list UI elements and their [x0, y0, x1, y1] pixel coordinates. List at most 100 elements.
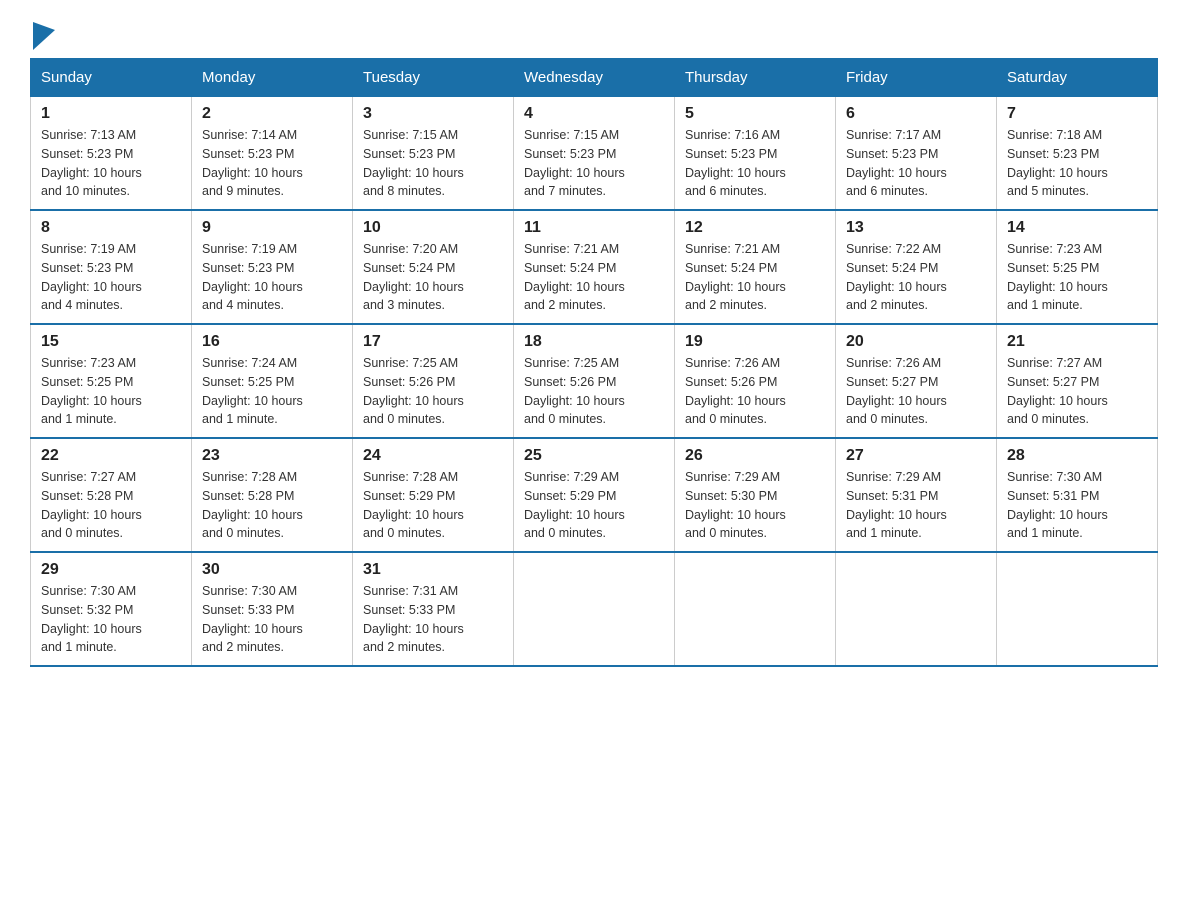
week-row-2: 8 Sunrise: 7:19 AMSunset: 5:23 PMDayligh…: [31, 210, 1158, 324]
day-info: Sunrise: 7:22 AMSunset: 5:24 PMDaylight:…: [846, 242, 947, 312]
calendar-cell: 29 Sunrise: 7:30 AMSunset: 5:32 PMDaylig…: [31, 552, 192, 666]
calendar-cell: 15 Sunrise: 7:23 AMSunset: 5:25 PMDaylig…: [31, 324, 192, 438]
page-header: [30, 20, 1158, 48]
day-number: 13: [846, 219, 986, 237]
calendar-cell: [675, 552, 836, 666]
calendar-cell: 25 Sunrise: 7:29 AMSunset: 5:29 PMDaylig…: [514, 438, 675, 552]
day-info: Sunrise: 7:23 AMSunset: 5:25 PMDaylight:…: [1007, 242, 1108, 312]
calendar-cell: 22 Sunrise: 7:27 AMSunset: 5:28 PMDaylig…: [31, 438, 192, 552]
day-number: 19: [685, 333, 825, 351]
calendar-cell: 12 Sunrise: 7:21 AMSunset: 5:24 PMDaylig…: [675, 210, 836, 324]
calendar-cell: 26 Sunrise: 7:29 AMSunset: 5:30 PMDaylig…: [675, 438, 836, 552]
week-row-1: 1 Sunrise: 7:13 AMSunset: 5:23 PMDayligh…: [31, 97, 1158, 211]
day-number: 5: [685, 105, 825, 123]
calendar-cell: 1 Sunrise: 7:13 AMSunset: 5:23 PMDayligh…: [31, 97, 192, 211]
header-thursday: Thursday: [675, 59, 836, 97]
calendar-cell: 30 Sunrise: 7:30 AMSunset: 5:33 PMDaylig…: [192, 552, 353, 666]
day-number: 8: [41, 219, 181, 237]
day-number: 18: [524, 333, 664, 351]
calendar-cell: [836, 552, 997, 666]
day-info: Sunrise: 7:23 AMSunset: 5:25 PMDaylight:…: [41, 356, 142, 426]
calendar-cell: 16 Sunrise: 7:24 AMSunset: 5:25 PMDaylig…: [192, 324, 353, 438]
day-number: 29: [41, 561, 181, 579]
day-info: Sunrise: 7:14 AMSunset: 5:23 PMDaylight:…: [202, 128, 303, 198]
calendar-table: SundayMondayTuesdayWednesdayThursdayFrid…: [30, 58, 1158, 667]
calendar-cell: 8 Sunrise: 7:19 AMSunset: 5:23 PMDayligh…: [31, 210, 192, 324]
day-info: Sunrise: 7:30 AMSunset: 5:32 PMDaylight:…: [41, 584, 142, 654]
day-number: 22: [41, 447, 181, 465]
day-number: 24: [363, 447, 503, 465]
calendar-cell: 27 Sunrise: 7:29 AMSunset: 5:31 PMDaylig…: [836, 438, 997, 552]
calendar-cell: [514, 552, 675, 666]
day-info: Sunrise: 7:15 AMSunset: 5:23 PMDaylight:…: [363, 128, 464, 198]
header-saturday: Saturday: [997, 59, 1158, 97]
day-info: Sunrise: 7:26 AMSunset: 5:26 PMDaylight:…: [685, 356, 786, 426]
day-info: Sunrise: 7:25 AMSunset: 5:26 PMDaylight:…: [363, 356, 464, 426]
calendar-cell: 18 Sunrise: 7:25 AMSunset: 5:26 PMDaylig…: [514, 324, 675, 438]
day-info: Sunrise: 7:13 AMSunset: 5:23 PMDaylight:…: [41, 128, 142, 198]
day-info: Sunrise: 7:18 AMSunset: 5:23 PMDaylight:…: [1007, 128, 1108, 198]
calendar-cell: 13 Sunrise: 7:22 AMSunset: 5:24 PMDaylig…: [836, 210, 997, 324]
day-number: 28: [1007, 447, 1147, 465]
day-number: 31: [363, 561, 503, 579]
day-info: Sunrise: 7:29 AMSunset: 5:29 PMDaylight:…: [524, 470, 625, 540]
calendar-cell: 6 Sunrise: 7:17 AMSunset: 5:23 PMDayligh…: [836, 97, 997, 211]
header-wednesday: Wednesday: [514, 59, 675, 97]
day-number: 17: [363, 333, 503, 351]
day-number: 14: [1007, 219, 1147, 237]
week-row-4: 22 Sunrise: 7:27 AMSunset: 5:28 PMDaylig…: [31, 438, 1158, 552]
day-number: 15: [41, 333, 181, 351]
day-number: 16: [202, 333, 342, 351]
day-number: 30: [202, 561, 342, 579]
day-info: Sunrise: 7:28 AMSunset: 5:28 PMDaylight:…: [202, 470, 303, 540]
day-info: Sunrise: 7:29 AMSunset: 5:30 PMDaylight:…: [685, 470, 786, 540]
day-info: Sunrise: 7:30 AMSunset: 5:33 PMDaylight:…: [202, 584, 303, 654]
calendar-cell: 5 Sunrise: 7:16 AMSunset: 5:23 PMDayligh…: [675, 97, 836, 211]
day-info: Sunrise: 7:21 AMSunset: 5:24 PMDaylight:…: [685, 242, 786, 312]
day-info: Sunrise: 7:26 AMSunset: 5:27 PMDaylight:…: [846, 356, 947, 426]
calendar-header-row: SundayMondayTuesdayWednesdayThursdayFrid…: [31, 59, 1158, 97]
day-number: 20: [846, 333, 986, 351]
day-info: Sunrise: 7:19 AMSunset: 5:23 PMDaylight:…: [202, 242, 303, 312]
day-number: 23: [202, 447, 342, 465]
day-info: Sunrise: 7:28 AMSunset: 5:29 PMDaylight:…: [363, 470, 464, 540]
day-number: 3: [363, 105, 503, 123]
day-info: Sunrise: 7:21 AMSunset: 5:24 PMDaylight:…: [524, 242, 625, 312]
day-info: Sunrise: 7:27 AMSunset: 5:27 PMDaylight:…: [1007, 356, 1108, 426]
calendar-cell: 10 Sunrise: 7:20 AMSunset: 5:24 PMDaylig…: [353, 210, 514, 324]
day-info: Sunrise: 7:30 AMSunset: 5:31 PMDaylight:…: [1007, 470, 1108, 540]
day-number: 11: [524, 219, 664, 237]
week-row-5: 29 Sunrise: 7:30 AMSunset: 5:32 PMDaylig…: [31, 552, 1158, 666]
header-tuesday: Tuesday: [353, 59, 514, 97]
calendar-cell: 31 Sunrise: 7:31 AMSunset: 5:33 PMDaylig…: [353, 552, 514, 666]
day-number: 2: [202, 105, 342, 123]
day-number: 9: [202, 219, 342, 237]
day-info: Sunrise: 7:19 AMSunset: 5:23 PMDaylight:…: [41, 242, 142, 312]
logo: [30, 20, 55, 48]
calendar-cell: 20 Sunrise: 7:26 AMSunset: 5:27 PMDaylig…: [836, 324, 997, 438]
day-info: Sunrise: 7:31 AMSunset: 5:33 PMDaylight:…: [363, 584, 464, 654]
calendar-cell: [997, 552, 1158, 666]
calendar-cell: 21 Sunrise: 7:27 AMSunset: 5:27 PMDaylig…: [997, 324, 1158, 438]
day-number: 10: [363, 219, 503, 237]
calendar-cell: 17 Sunrise: 7:25 AMSunset: 5:26 PMDaylig…: [353, 324, 514, 438]
logo-arrow-icon: [33, 16, 55, 50]
calendar-cell: 7 Sunrise: 7:18 AMSunset: 5:23 PMDayligh…: [997, 97, 1158, 211]
calendar-cell: 19 Sunrise: 7:26 AMSunset: 5:26 PMDaylig…: [675, 324, 836, 438]
day-number: 26: [685, 447, 825, 465]
day-number: 4: [524, 105, 664, 123]
calendar-cell: 24 Sunrise: 7:28 AMSunset: 5:29 PMDaylig…: [353, 438, 514, 552]
day-info: Sunrise: 7:15 AMSunset: 5:23 PMDaylight:…: [524, 128, 625, 198]
day-number: 6: [846, 105, 986, 123]
day-info: Sunrise: 7:29 AMSunset: 5:31 PMDaylight:…: [846, 470, 947, 540]
day-number: 25: [524, 447, 664, 465]
day-number: 27: [846, 447, 986, 465]
calendar-cell: 14 Sunrise: 7:23 AMSunset: 5:25 PMDaylig…: [997, 210, 1158, 324]
day-info: Sunrise: 7:17 AMSunset: 5:23 PMDaylight:…: [846, 128, 947, 198]
day-info: Sunrise: 7:25 AMSunset: 5:26 PMDaylight:…: [524, 356, 625, 426]
calendar-cell: 28 Sunrise: 7:30 AMSunset: 5:31 PMDaylig…: [997, 438, 1158, 552]
day-info: Sunrise: 7:24 AMSunset: 5:25 PMDaylight:…: [202, 356, 303, 426]
header-monday: Monday: [192, 59, 353, 97]
day-number: 12: [685, 219, 825, 237]
day-number: 21: [1007, 333, 1147, 351]
